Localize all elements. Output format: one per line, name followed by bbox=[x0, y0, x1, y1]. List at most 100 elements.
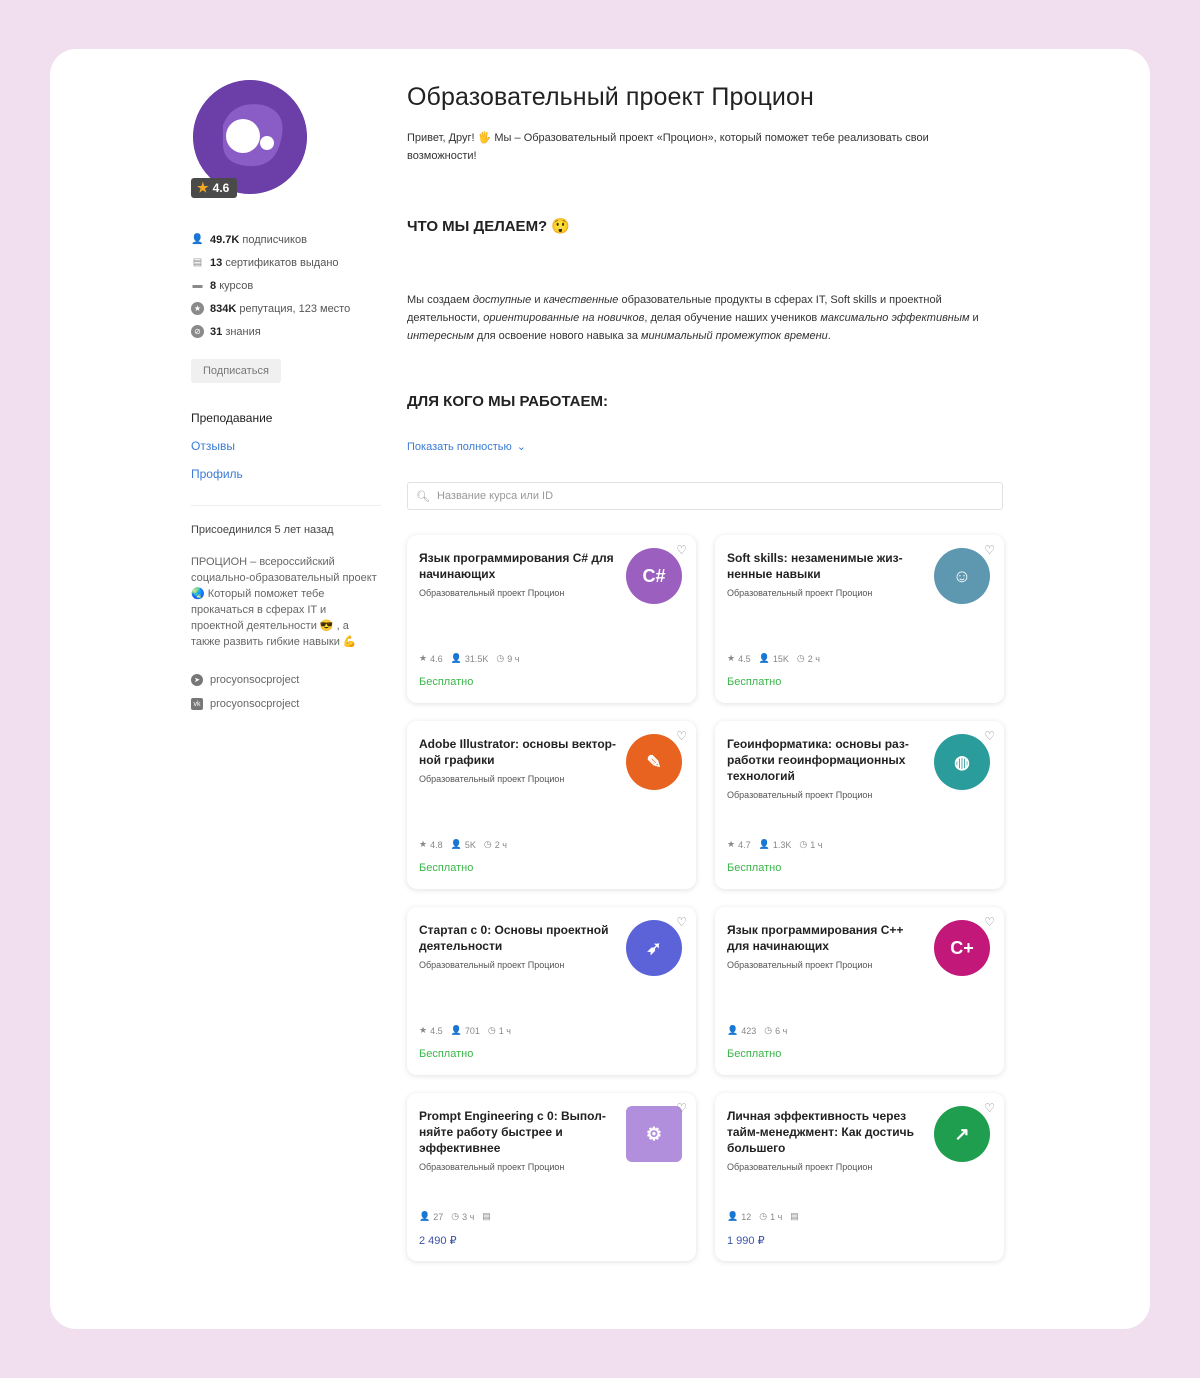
course-logo-icon: C# bbox=[626, 548, 682, 604]
social-label: procyonsocproject bbox=[210, 674, 300, 686]
course-duration: ◷ 1 ч bbox=[799, 839, 822, 850]
clock-icon: ◷ bbox=[483, 839, 492, 849]
social-label: procyonsocproject bbox=[210, 698, 300, 710]
nav-teaching[interactable]: Преподавание bbox=[191, 411, 391, 439]
course-duration: ◷ 6 ч bbox=[764, 1025, 787, 1036]
avatar[interactable]: ★ 4.6 bbox=[191, 80, 309, 198]
desc-emph: ориентированные на новичков bbox=[483, 312, 645, 324]
star-icon: ★ bbox=[197, 180, 209, 195]
nav-profile[interactable]: Профиль bbox=[191, 467, 391, 495]
course-price: Бесплатно bbox=[727, 676, 782, 688]
for-whom-heading: ДЛЯ КОГО МЫ РАБОТАЕМ: bbox=[407, 393, 608, 410]
course-meta: ★ 4.5 👤 15K ◷ 2 ч bbox=[727, 653, 820, 664]
desc-emph: доступные bbox=[472, 294, 532, 306]
social-links: ➤ procyonsocproject vk procyonsocproject bbox=[191, 668, 391, 716]
desc-part: Мы создаем bbox=[407, 294, 473, 306]
course-author: Образовательный проект Процион bbox=[727, 1162, 873, 1172]
stat-value: 8 bbox=[210, 279, 217, 292]
course-author: Образовательный проект Процион bbox=[727, 790, 873, 800]
nav-reviews[interactable]: Отзывы bbox=[191, 439, 391, 467]
course-duration: ◷ 1 ч bbox=[488, 1025, 511, 1036]
course-learners: 👤 31.5K bbox=[451, 653, 489, 664]
course-card[interactable]: Язык программирования C# для начинающих О… bbox=[407, 535, 696, 703]
heart-icon[interactable]: ♡ bbox=[984, 543, 995, 557]
desc-emph: максимально эффективным bbox=[820, 312, 970, 324]
star-badge-icon: ★ bbox=[191, 302, 204, 315]
rating-badge: ★ 4.6 bbox=[191, 178, 238, 198]
briefcase-icon: ▬ bbox=[192, 280, 203, 291]
user-icon: 👤 bbox=[727, 1211, 739, 1221]
search-icon: 🔍︎ bbox=[416, 490, 430, 503]
course-logo-icon: ➶ bbox=[626, 920, 682, 976]
rating-value: 4.5 bbox=[430, 1025, 443, 1036]
heart-icon[interactable]: ♡ bbox=[676, 543, 687, 557]
heart-icon[interactable]: ♡ bbox=[984, 1101, 995, 1115]
heart-icon[interactable]: ♡ bbox=[676, 1101, 687, 1115]
star-icon: ★ bbox=[419, 653, 428, 663]
heart-icon[interactable]: ♡ bbox=[676, 915, 687, 929]
course-card[interactable]: Язык программирования C++ для начинающих… bbox=[715, 907, 1004, 1075]
course-rating: ★ 4.5 bbox=[727, 653, 751, 664]
clock-icon: ◷ bbox=[496, 653, 505, 663]
course-title: Soft skills: незаменимые жиз-ненные навы… bbox=[727, 551, 903, 581]
hours-value: 2 ч bbox=[807, 653, 820, 664]
stat-value: 49.7K bbox=[210, 233, 240, 246]
course-learners: 👤 15K bbox=[759, 653, 789, 664]
course-logo-glyph: ◍ bbox=[954, 751, 970, 772]
learners-value: 27 bbox=[433, 1211, 444, 1222]
course-title: Геоинформатика: основы раз-работки геоин… bbox=[727, 737, 909, 783]
user-icon: 👤 bbox=[450, 1025, 462, 1035]
course-title: Язык программирования C# для начинающих bbox=[419, 551, 614, 581]
course-price: Бесплатно bbox=[419, 862, 474, 874]
course-logo-glyph: ↗ bbox=[954, 1123, 970, 1144]
course-card[interactable]: Prompt Engineering с 0: Выпол-няйте рабо… bbox=[407, 1093, 696, 1261]
course-rating: ★ 4.8 bbox=[419, 839, 443, 850]
course-learners: 👤 12 bbox=[727, 1211, 751, 1222]
learners-value: 15K bbox=[772, 653, 789, 664]
description-text: Мы создаем доступные и качественные обра… bbox=[407, 291, 1002, 345]
course-card[interactable]: Стартап с 0: Основы проектной деятельнос… bbox=[407, 907, 696, 1075]
desc-emph: качественные bbox=[543, 294, 619, 306]
social-telegram[interactable]: ➤ procyonsocproject bbox=[191, 668, 391, 692]
course-meta: ★ 4.5 👤 701 ◷ 1 ч bbox=[419, 1025, 511, 1036]
heart-icon[interactable]: ♡ bbox=[984, 915, 995, 929]
what-we-do-heading: ЧТО МЫ ДЕЛАЕМ? 😲 bbox=[407, 218, 571, 235]
course-title: Стартап с 0: Основы проектной деятельнос… bbox=[419, 923, 609, 953]
desc-part: . bbox=[827, 330, 831, 342]
course-price: 1 990 ₽ bbox=[727, 1235, 765, 1247]
stat-knowledge: ⊘ 31 знания bbox=[191, 320, 391, 343]
course-card[interactable]: Soft skills: незаменимые жиз-ненные навы… bbox=[715, 535, 1004, 703]
course-duration: ◷ 2 ч bbox=[484, 839, 507, 850]
stat-certificates: ▤ 13 сертификатов выдано bbox=[191, 251, 391, 274]
course-title: Adobe Illustrator: основы вектор-ной гра… bbox=[419, 737, 616, 767]
course-logo-icon: ✎ bbox=[626, 734, 682, 790]
course-learners: 👤 5K bbox=[451, 839, 476, 850]
social-vk[interactable]: vk procyonsocproject bbox=[191, 692, 391, 716]
course-meta: ★ 4.6 👤 31.5K ◷ 9 ч bbox=[419, 653, 519, 664]
course-card[interactable]: Личная эффективность через тайм-менеджме… bbox=[715, 1093, 1004, 1261]
course-logo-glyph: ✎ bbox=[646, 751, 662, 772]
heart-icon[interactable]: ♡ bbox=[676, 729, 687, 743]
chevron-down-icon: ⌄ bbox=[516, 441, 526, 453]
certificate-icon: ▤ bbox=[192, 257, 203, 268]
course-card[interactable]: Геоинформатика: основы раз-работки геоин… bbox=[715, 721, 1004, 889]
course-card[interactable]: Adobe Illustrator: основы вектор-ной гра… bbox=[407, 721, 696, 889]
rating-value: 4.7 bbox=[738, 839, 751, 850]
rating-value: 4.6 bbox=[212, 181, 230, 195]
heart-icon[interactable]: ♡ bbox=[984, 729, 995, 743]
user-icon: 👤 bbox=[758, 653, 770, 663]
joined-text: Присоединился 5 лет назад bbox=[191, 524, 334, 536]
hours-value: 1 ч bbox=[810, 839, 823, 850]
desc-emph: интересным bbox=[407, 330, 474, 342]
course-title: Личная эффективность через тайм-менеджме… bbox=[727, 1109, 914, 1155]
desc-part: и bbox=[969, 312, 979, 324]
course-meta: ★ 4.8 👤 5K ◷ 2 ч bbox=[419, 839, 507, 850]
course-logo-icon: ⚙ bbox=[626, 1106, 682, 1162]
subscribe-button[interactable]: Подписаться bbox=[191, 359, 281, 383]
telegram-icon: ➤ bbox=[191, 674, 203, 686]
search-input[interactable] bbox=[436, 490, 977, 502]
stat-label: знания bbox=[225, 325, 261, 338]
show-more-link[interactable]: Показать полностью ⌄ bbox=[407, 440, 1007, 454]
rating-value: 4.8 bbox=[430, 839, 443, 850]
hours-value: 9 ч bbox=[507, 653, 520, 664]
